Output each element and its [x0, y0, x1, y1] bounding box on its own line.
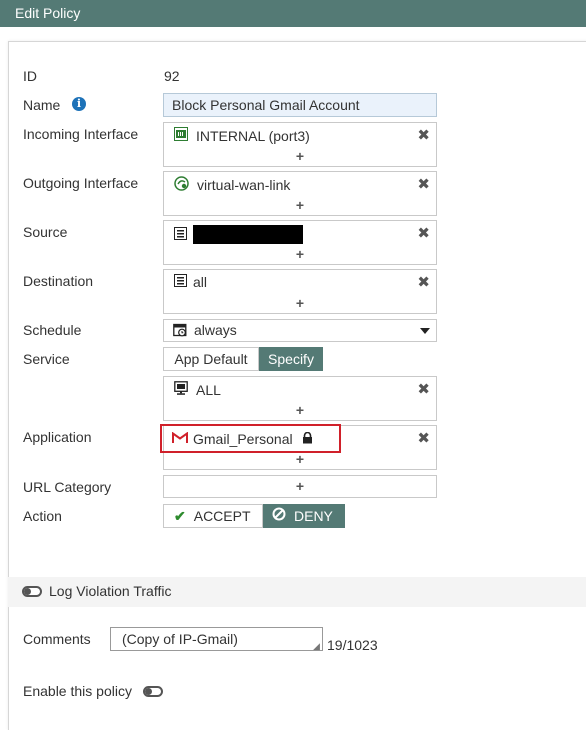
window-title: Edit Policy: [0, 0, 586, 27]
url-category-field[interactable]: +: [163, 475, 437, 498]
deny-icon: [272, 505, 286, 527]
outgoing-interface-value: virtual-wan-link: [197, 177, 291, 193]
action-accept-option[interactable]: ✔ ACCEPT: [163, 504, 263, 528]
highlight-box: [160, 424, 341, 453]
log-violation-toggle[interactable]: [22, 586, 42, 597]
log-violation-label: Log Violation Traffic: [49, 583, 172, 599]
remove-icon[interactable]: ✖: [417, 273, 430, 291]
enable-policy-toggle[interactable]: [143, 686, 163, 697]
service-label: Service: [23, 351, 70, 367]
toggle-knob: [24, 588, 31, 595]
service-app-default-option[interactable]: App Default: [163, 347, 259, 371]
incoming-interface-value: INTERNAL (port3): [196, 127, 310, 144]
service-specify-option[interactable]: Specify: [259, 347, 323, 371]
add-outgoing-button[interactable]: +: [164, 197, 436, 213]
service-value: ALL: [196, 381, 221, 398]
add-source-button[interactable]: +: [164, 246, 436, 262]
incoming-interface-label: Incoming Interface: [23, 126, 139, 142]
service-field[interactable]: ALL ✖ +: [163, 376, 437, 421]
remove-icon[interactable]: ✖: [417, 380, 430, 398]
service-icon: [174, 381, 188, 398]
resize-handle-icon[interactable]: ◢: [313, 641, 320, 652]
enable-policy-label: Enable this policy: [23, 683, 132, 699]
schedule-select[interactable]: always: [163, 319, 437, 342]
outgoing-interface-field[interactable]: virtual-wan-link ✖ +: [163, 171, 437, 216]
source-label: Source: [23, 224, 68, 240]
toggle-knob: [145, 688, 152, 695]
remove-icon[interactable]: ✖: [417, 429, 430, 447]
schedule-value: always: [194, 322, 237, 338]
remove-icon[interactable]: ✖: [417, 126, 430, 144]
add-incoming-button[interactable]: +: [164, 148, 436, 164]
accept-label: ACCEPT: [193, 508, 251, 524]
remove-icon[interactable]: ✖: [417, 224, 430, 242]
add-application-button[interactable]: +: [164, 451, 436, 467]
source-entry[interactable]: [174, 225, 303, 244]
redacted-source-value: [193, 225, 303, 244]
destination-value: all: [193, 274, 208, 290]
add-url-category-button[interactable]: +: [164, 478, 436, 494]
chevron-down-icon: [420, 328, 430, 334]
comments-counter: 19/1023: [327, 637, 378, 653]
name-label: Name: [23, 97, 61, 113]
outgoing-interface-label: Outgoing Interface: [23, 175, 139, 191]
name-input[interactable]: Block Personal Gmail Account: [163, 93, 437, 117]
destination-label: Destination: [23, 273, 94, 289]
destination-entry[interactable]: all: [174, 274, 207, 290]
incoming-interface-entry[interactable]: INTERNAL (port3): [174, 127, 310, 144]
url-category-label: URL Category: [23, 479, 112, 495]
add-destination-button[interactable]: +: [164, 295, 436, 311]
action-label: Action: [23, 508, 62, 524]
service-entry[interactable]: ALL: [174, 381, 221, 398]
action-deny-option[interactable]: DENY: [263, 504, 345, 528]
incoming-interface-field[interactable]: INTERNAL (port3) ✖ +: [163, 122, 437, 167]
comments-textarea[interactable]: (Copy of IP-Gmail): [110, 627, 323, 651]
application-label: Application: [23, 429, 92, 445]
destination-field[interactable]: all ✖ +: [163, 269, 437, 314]
remove-icon[interactable]: ✖: [417, 175, 430, 193]
schedule-label: Schedule: [23, 322, 82, 338]
address-icon: [174, 226, 187, 243]
id-label: ID: [23, 68, 37, 84]
sd-wan-icon: [174, 176, 189, 194]
network-port-icon: [174, 127, 188, 144]
address-icon: [174, 274, 187, 290]
schedule-icon: [173, 323, 187, 340]
add-service-button[interactable]: +: [164, 402, 436, 418]
id-value: 92: [164, 68, 180, 84]
comments-label: Comments: [23, 631, 91, 647]
deny-label: DENY: [294, 508, 333, 524]
source-field[interactable]: ✖ +: [163, 220, 437, 265]
checkmark-icon: ✔: [174, 508, 186, 524]
info-icon[interactable]: i: [72, 97, 86, 111]
outgoing-interface-entry[interactable]: virtual-wan-link: [174, 176, 290, 194]
